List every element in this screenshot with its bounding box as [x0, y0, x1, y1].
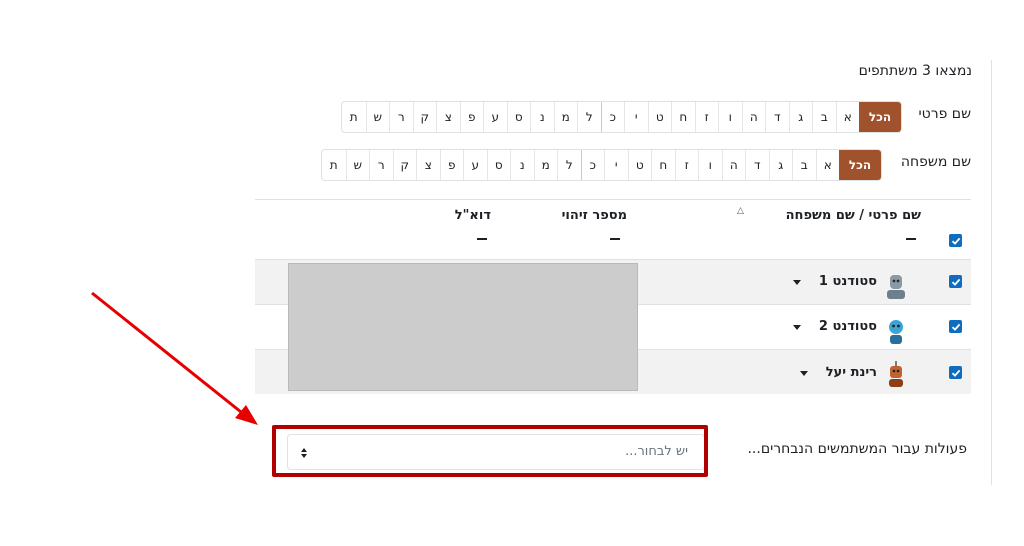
red-arrow-annotation — [91, 291, 258, 425]
